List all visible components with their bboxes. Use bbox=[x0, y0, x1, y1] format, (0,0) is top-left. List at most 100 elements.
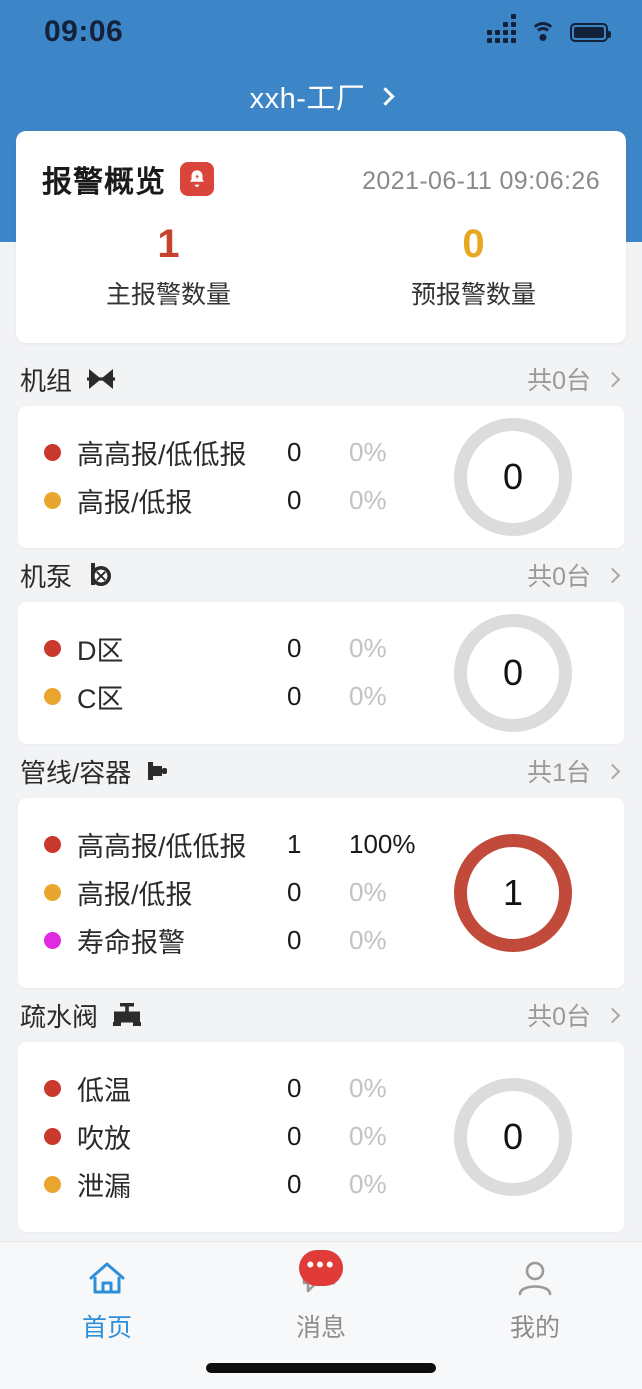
section-total-value: 1 bbox=[502, 872, 524, 913]
tab-profile[interactable]: 我的 bbox=[428, 1256, 642, 1344]
severity-dot bbox=[44, 687, 61, 705]
section-header-unit[interactable]: 机组 共0台 bbox=[0, 352, 642, 406]
section-unit: 机组 共0台 高高报/低低报 0 0% 高报/低报 0 0% 0 bbox=[0, 352, 642, 548]
tab-profile-label: 我的 bbox=[509, 1314, 560, 1342]
alarm-overview-title: 报警概览 bbox=[42, 166, 166, 199]
bottom-tab-bar: 首页 ••• 消息 我的 bbox=[0, 1241, 642, 1389]
status-bar-icons bbox=[487, 14, 611, 43]
row-label: C区 bbox=[77, 683, 124, 714]
table-row: D区 0 0% bbox=[18, 624, 448, 672]
section-total-label: 共1台 bbox=[527, 759, 591, 787]
alarm-rows: 低温 0 0% 吹放 0 0% 泄漏 0 0% bbox=[18, 1064, 448, 1208]
row-count: 0 bbox=[287, 484, 302, 515]
row-percent: 0% bbox=[349, 924, 387, 955]
chevron-right-icon bbox=[604, 371, 621, 387]
row-label: 高报/低报 bbox=[77, 879, 193, 910]
section-title: 疏水阀 bbox=[20, 1001, 99, 1032]
wifi-icon bbox=[530, 22, 556, 42]
chevron-right-icon bbox=[604, 1007, 621, 1023]
pre-alarm-label: 预报警数量 bbox=[410, 281, 536, 309]
row-label: 高高报/低低报 bbox=[77, 831, 247, 862]
section-header-pump[interactable]: 机泵 共0台 bbox=[0, 548, 642, 602]
row-count: 1 bbox=[287, 828, 302, 859]
category-sections: 机组 共0台 高高报/低低报 0 0% 高报/低报 0 0% 0 机泵 共0台 … bbox=[0, 352, 642, 1232]
section-card-unit[interactable]: 高高报/低低报 0 0% 高报/低报 0 0% 0 bbox=[18, 406, 624, 548]
section-total-value: 0 bbox=[502, 456, 524, 497]
message-badge: ••• bbox=[299, 1250, 343, 1286]
tab-home[interactable]: 首页 bbox=[0, 1256, 214, 1344]
section-pump: 机泵 共0台 D区 0 0% C区 0 0% 0 bbox=[0, 548, 642, 744]
section-total-ring: 1 bbox=[454, 834, 572, 952]
severity-dot bbox=[44, 639, 61, 657]
main-alarm-label: 主报警数量 bbox=[105, 281, 231, 309]
tab-messages[interactable]: ••• 消息 bbox=[214, 1250, 428, 1344]
row-count: 0 bbox=[287, 924, 302, 955]
severity-dot bbox=[44, 883, 61, 901]
row-percent: 0% bbox=[349, 436, 387, 467]
section-total-label: 共0台 bbox=[527, 1003, 591, 1031]
severity-dot bbox=[44, 491, 61, 509]
row-percent: 0% bbox=[349, 1120, 387, 1151]
main-alarm-count: 1 bbox=[157, 222, 180, 266]
section-total-ring: 0 bbox=[454, 1078, 572, 1196]
row-count: 0 bbox=[287, 632, 302, 663]
section-card-pipeline[interactable]: 高高报/低低报 1 100% 高报/低报 0 0% 寿命报警 0 0% 1 bbox=[18, 798, 624, 988]
section-card-pump[interactable]: D区 0 0% C区 0 0% 0 bbox=[18, 602, 624, 744]
row-count: 0 bbox=[287, 1120, 302, 1151]
section-total-value: 0 bbox=[502, 1116, 524, 1157]
row-label: 高报/低报 bbox=[77, 487, 193, 518]
row-percent: 0% bbox=[349, 680, 387, 711]
section-total-label: 共0台 bbox=[527, 367, 591, 395]
section-header-pipeline[interactable]: 管线/容器 共1台 bbox=[0, 744, 642, 798]
alarm-rows: 高高报/低低报 0 0% 高报/低报 0 0% bbox=[18, 428, 448, 524]
row-label: 吹放 bbox=[77, 1123, 131, 1154]
pre-alarm-stat: 0 预报警数量 bbox=[321, 223, 626, 311]
status-bar: 09:06 bbox=[0, 0, 642, 64]
section-total-label: 共0台 bbox=[527, 563, 591, 591]
row-label: 寿命报警 bbox=[77, 927, 185, 958]
app-screen: 09:06 xxh-工厂 报警概览 2021-06-11 09:06:26 1 … bbox=[0, 0, 642, 1389]
table-row: C区 0 0% bbox=[18, 672, 448, 720]
severity-dot bbox=[44, 1175, 61, 1193]
section-total-ring: 0 bbox=[454, 614, 572, 732]
gate-valve-icon bbox=[112, 1000, 144, 1030]
table-row: 高报/低报 0 0% bbox=[18, 476, 448, 524]
row-count: 0 bbox=[287, 876, 302, 907]
section-card-steam-trap[interactable]: 低温 0 0% 吹放 0 0% 泄漏 0 0% 0 bbox=[18, 1042, 624, 1232]
tab-home-label: 首页 bbox=[81, 1314, 132, 1342]
tab-messages-label: 消息 bbox=[295, 1314, 346, 1342]
row-label: 泄漏 bbox=[77, 1171, 131, 1202]
table-row: 寿命报警 0 0% bbox=[18, 916, 448, 964]
row-label: 低温 bbox=[77, 1075, 131, 1106]
section-title: 机泵 bbox=[20, 561, 73, 592]
section-pipeline: 管线/容器 共1台 高高报/低低报 1 100% 高报/低报 0 0% 寿命报警… bbox=[0, 744, 642, 988]
section-header-steam-trap[interactable]: 疏水阀 共0台 bbox=[0, 988, 642, 1042]
alarm-rows: D区 0 0% C区 0 0% bbox=[18, 624, 448, 720]
chevron-right-icon bbox=[604, 763, 621, 779]
row-percent: 0% bbox=[349, 1072, 387, 1103]
section-title: 管线/容器 bbox=[20, 757, 132, 788]
alarm-overview-card[interactable]: 报警概览 2021-06-11 09:06:26 1 主报警数量 0 预报警数量 bbox=[16, 131, 626, 343]
status-bar-clock: 09:06 bbox=[44, 15, 124, 48]
table-row: 低温 0 0% bbox=[18, 1064, 448, 1112]
row-label: 高高报/低低报 bbox=[77, 439, 247, 470]
table-row: 高高报/低低报 0 0% bbox=[18, 428, 448, 476]
row-count: 0 bbox=[287, 1168, 302, 1199]
alarm-bell-icon bbox=[180, 162, 214, 196]
section-total-value: 0 bbox=[502, 652, 524, 693]
row-percent: 0% bbox=[349, 632, 387, 663]
home-indicator bbox=[206, 1363, 436, 1373]
person-icon bbox=[511, 1256, 559, 1300]
home-icon bbox=[83, 1256, 131, 1300]
pre-alarm-count: 0 bbox=[462, 222, 485, 266]
alarm-overview-timestamp: 2021-06-11 09:06:26 bbox=[362, 166, 600, 195]
site-selector[interactable]: xxh-工厂 bbox=[0, 66, 642, 126]
row-percent: 0% bbox=[349, 1168, 387, 1199]
main-alarm-stat: 1 主报警数量 bbox=[16, 223, 321, 311]
table-row: 高报/低报 0 0% bbox=[18, 868, 448, 916]
section-steam-trap: 疏水阀 共0台 低温 0 0% 吹放 0 0% 泄漏 0 0% 0 bbox=[0, 988, 642, 1232]
signal-bars-icon bbox=[487, 14, 516, 43]
alarm-overview-header: 报警概览 2021-06-11 09:06:26 bbox=[16, 131, 626, 201]
severity-dot bbox=[44, 443, 61, 461]
row-count: 0 bbox=[287, 680, 302, 711]
